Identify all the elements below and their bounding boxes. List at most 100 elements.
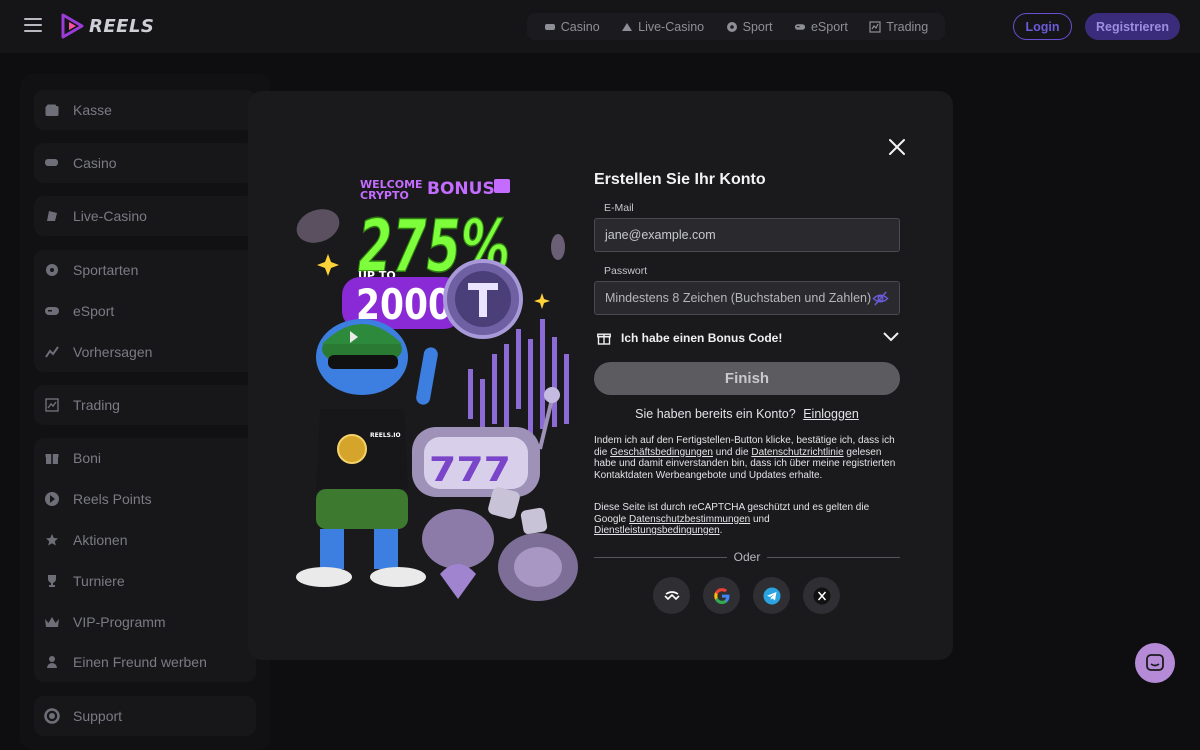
nav-sport[interactable]: Sport: [726, 20, 773, 34]
chat-icon: [1146, 654, 1164, 671]
telegram-icon: [763, 587, 780, 604]
sidebar-item-einen-freund-werben[interactable]: Einen Freund werben: [34, 642, 256, 682]
sidebar-item-live-casino[interactable]: Live-Casino: [34, 196, 265, 236]
sidebar: Kasse Casino Live-Casino Sportarten eSpo…: [20, 74, 270, 750]
sidebar-item-kasse[interactable]: Kasse: [34, 90, 265, 130]
logo-text: REELS: [89, 15, 155, 37]
legal-consent-text: Indem ich auf den Fertigstellen-Button k…: [594, 435, 900, 481]
wallet-icon: [44, 102, 60, 118]
sidebar-item-turniere[interactable]: Turniere: [34, 561, 256, 601]
x-icon: [813, 587, 830, 604]
nav-casino[interactable]: Casino: [544, 20, 600, 34]
sidebar-item-label: VIP-Programm: [73, 614, 166, 630]
top-nav: Casino Live-Casino Sport eSport Trading: [527, 13, 945, 40]
trophy-icon: [44, 573, 60, 589]
sidebar-item-vip-programm[interactable]: VIP-Programm: [34, 602, 256, 642]
have-account-row: Sie haben bereits ein Konto? Einloggen: [594, 407, 900, 421]
sidebar-item-label: Boni: [73, 450, 102, 466]
sidebar-item-aktionen[interactable]: Aktionen: [34, 520, 256, 560]
email-field[interactable]: jane@example.com: [594, 218, 900, 252]
wallet-connect-button[interactable]: [653, 577, 690, 614]
close-icon[interactable]: [888, 138, 906, 156]
sidebar-item-label: Reels Points: [73, 491, 152, 507]
nav-label: Trading: [886, 19, 929, 34]
sidebar-group: Support: [34, 696, 256, 736]
reels-logo-icon: [61, 13, 84, 39]
google-login-button[interactable]: [703, 577, 740, 614]
legal-text: und die: [712, 446, 752, 458]
terms-link[interactable]: Geschäftsbedingungen: [610, 447, 713, 458]
crypto-text: CRYPTO: [360, 189, 409, 202]
google-privacy-link[interactable]: Datenschutzbestimmungen: [629, 514, 750, 525]
sidebar-item-label: Einen Freund werben: [73, 654, 207, 670]
sidebar-group: Boni Reels Points Aktionen Turniere VIP-…: [34, 438, 256, 682]
logo[interactable]: REELS: [60, 13, 154, 39]
sidebar-item-casino[interactable]: Casino: [34, 143, 265, 183]
nav-label: Sport: [742, 19, 773, 34]
sidebar-group: Live-Casino: [34, 196, 265, 236]
x-login-button[interactable]: [803, 577, 840, 614]
legal-text: und: [750, 513, 770, 525]
login-link[interactable]: Einloggen: [803, 407, 859, 421]
sidebar-item-label: Kasse: [73, 102, 112, 118]
sidebar-item-trading[interactable]: Trading: [34, 385, 265, 425]
bonus-code-toggle[interactable]: Ich habe einen Bonus Code!: [594, 329, 900, 347]
register-modal: WELCOME CRYPTO BONUS 275% UP TO 2000 REE…: [248, 91, 953, 660]
or-divider: Oder: [594, 550, 900, 564]
support-icon: [44, 708, 60, 724]
eye-slash-icon[interactable]: [872, 290, 889, 307]
sidebar-item-support[interactable]: Support: [34, 696, 256, 736]
bonus-code-label: Ich habe einen Bonus Code!: [621, 331, 783, 345]
sidebar-item-reels-points[interactable]: Reels Points: [34, 479, 256, 519]
casino-icon: [544, 21, 556, 33]
trend-icon: [44, 344, 60, 360]
user-icon: [44, 654, 60, 670]
register-button[interactable]: Registrieren: [1085, 13, 1180, 40]
gift-icon: [597, 333, 611, 345]
have-account-text: Sie haben bereits ein Konto?: [635, 407, 796, 421]
google-terms-link[interactable]: Dienstleistungsbedingungen: [594, 525, 720, 536]
reels-points-icon: [44, 491, 60, 507]
nav-live-casino[interactable]: Live-Casino: [621, 20, 704, 34]
wallet-connect-icon: [663, 590, 680, 600]
privacy-link[interactable]: Datenschutzrichtlinie: [751, 447, 843, 458]
live-casino-icon: [621, 21, 633, 33]
nav-label: Casino: [560, 19, 600, 34]
email-label: E-Mail: [604, 202, 634, 214]
or-label: Oder: [733, 550, 761, 564]
shirt-text: REELS.IO: [370, 432, 401, 439]
sidebar-item-label: Turniere: [73, 573, 125, 589]
trading-chart-icon: [869, 20, 881, 33]
sidebar-group: Trading: [34, 385, 265, 425]
sidebar-item-sportarten[interactable]: Sportarten: [34, 250, 256, 290]
star-icon: [44, 532, 60, 548]
sidebar-item-label: Vorhersagen: [73, 344, 153, 360]
sidebar-item-boni[interactable]: Boni: [34, 438, 256, 478]
form-title: Erstellen Sie Ihr Konto: [594, 171, 766, 188]
finish-button[interactable]: Finish: [594, 362, 900, 395]
gift-icon: [44, 450, 60, 466]
gamepad-icon: [794, 21, 806, 33]
nav-label: eSport: [810, 19, 848, 34]
sidebar-item-label: Live-Casino: [73, 208, 147, 224]
sidebar-item-label: Support: [73, 708, 123, 724]
soccer-ball-icon: [44, 262, 60, 278]
sidebar-item-vorhersagen[interactable]: Vorhersagen: [34, 332, 256, 372]
nav-esport[interactable]: eSport: [794, 20, 848, 34]
live-chat-button[interactable]: [1135, 643, 1175, 683]
nav-trading[interactable]: Trading: [869, 20, 928, 34]
sidebar-item-label: Sportarten: [73, 262, 139, 278]
password-field[interactable]: Mindestens 8 Zeichen (Buchstaben und Zah…: [594, 281, 900, 315]
menu-icon[interactable]: [24, 18, 42, 32]
casino-icon: [44, 155, 60, 171]
login-button[interactable]: Login: [1013, 13, 1072, 40]
sidebar-group: Sportarten eSport Vorhersagen: [34, 250, 256, 372]
telegram-login-button[interactable]: [753, 577, 790, 614]
nav-label: Live-Casino: [638, 19, 705, 34]
trading-chart-icon: [44, 397, 60, 413]
welcome-bonus-illustration: WELCOME CRYPTO BONUS 275% UP TO 2000 REE…: [296, 178, 578, 601]
password-placeholder: Mindestens 8 Zeichen (Buchstaben und Zah…: [605, 291, 872, 305]
sidebar-item-esport[interactable]: eSport: [34, 291, 256, 331]
chevron-down-icon: [883, 332, 899, 342]
recaptcha-text: Diese Seite ist durch reCAPTCHA geschütz…: [594, 502, 900, 537]
